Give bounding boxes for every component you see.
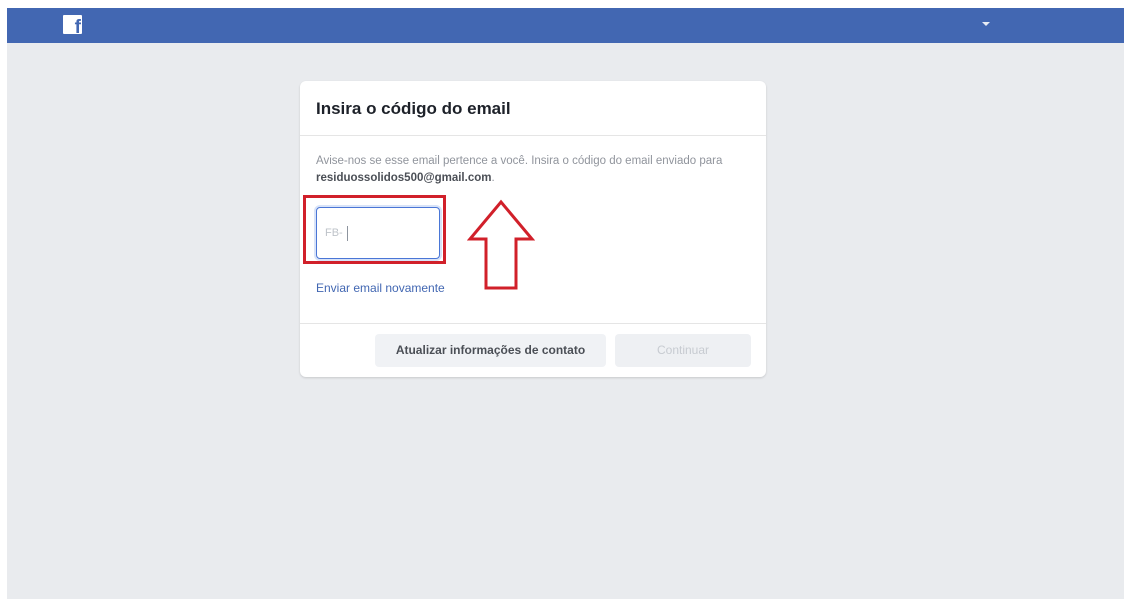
up-arrow-outline-icon — [467, 199, 535, 290]
resend-email-link[interactable]: Enviar email novamente — [316, 281, 445, 295]
text-cursor — [346, 225, 348, 241]
continue-button[interactable]: Continuar — [615, 334, 751, 367]
footer-divider — [300, 323, 766, 324]
dialog-header: Insira o código do email — [300, 81, 766, 136]
code-prefix: FB- — [325, 227, 343, 239]
top-navigation-bar: f — [7, 8, 1124, 43]
facebook-logo-glyph: f — [74, 17, 81, 34]
email-code-dialog: Insira o código do email Avise-nos se es… — [300, 81, 766, 377]
update-contact-info-button[interactable]: Atualizar informações de contato — [375, 334, 606, 367]
dialog-description: Avise-nos se esse email pertence a você.… — [316, 153, 736, 187]
browser-viewport: f Insira o código do email Avise-nos se … — [7, 8, 1124, 599]
caret-down-icon[interactable] — [982, 22, 990, 26]
facebook-logo-icon[interactable]: f — [63, 15, 82, 34]
dialog-title: Insira o código do email — [316, 99, 511, 118]
description-suffix: . — [491, 172, 495, 184]
email-code-input[interactable]: FB- — [316, 207, 440, 259]
description-text: Avise-nos se esse email pertence a você.… — [316, 155, 723, 167]
email-address: residuossolidos500@gmail.com — [316, 172, 492, 184]
